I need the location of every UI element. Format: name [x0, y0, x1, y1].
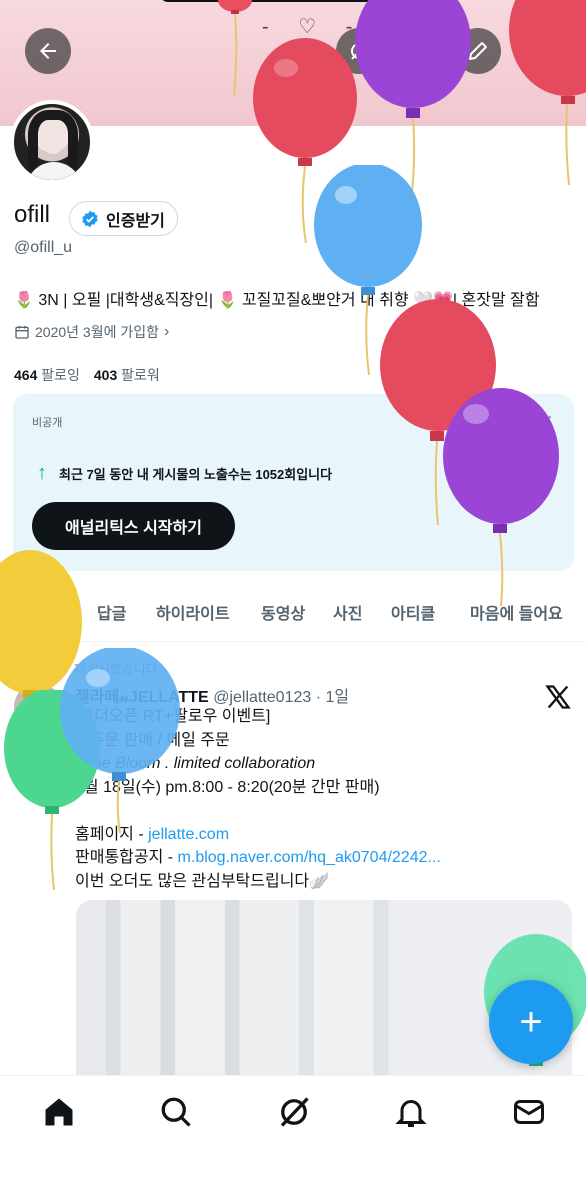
- following-label: 팔로잉: [41, 367, 80, 383]
- search-button[interactable]: [395, 28, 441, 74]
- analytics-card: 비공개 ✕ ↑ 최근 7일 동안 내 게시물의 노출수는 1052회입니다 애널…: [13, 394, 574, 571]
- back-button[interactable]: [25, 28, 71, 74]
- post-time: · 1일: [315, 689, 350, 706]
- balloon-decoration: [312, 165, 424, 380]
- get-verified-button[interactable]: 인증받기: [69, 201, 178, 236]
- pencil-icon: [469, 42, 487, 60]
- get-verified-label: 인증받기: [106, 212, 165, 230]
- back-arrow-icon: [40, 43, 56, 59]
- following-count: 464: [14, 367, 38, 383]
- joined-label: 2020년 3월에 가입함: [35, 324, 159, 340]
- post-author-handle[interactable]: @jellatte0123: [213, 689, 311, 706]
- post-line-notice: 판매통합공지 - m.blog.naver.com/hq_ak0704/2242…: [75, 846, 570, 870]
- tab-replies[interactable]: 답글: [97, 582, 126, 642]
- search-icon: [161, 1097, 191, 1127]
- display-name: ofill: [14, 201, 51, 228]
- mail-icon: [514, 1100, 544, 1124]
- profile-handle: @ofill_u: [14, 239, 73, 256]
- impressions-stat: ↑ 최근 7일 동안 내 게시물의 노출수는 1052회입니다: [37, 462, 332, 485]
- tab-articles[interactable]: 아티클: [391, 582, 435, 642]
- homepage-label: 홈페이지 -: [75, 825, 149, 843]
- grok-icon: [280, 1097, 309, 1127]
- close-icon[interactable]: ✕: [536, 410, 554, 436]
- followers-label: 팔로워: [121, 367, 160, 383]
- tab-posts[interactable]: 게시물: [18, 582, 62, 642]
- avatar[interactable]: [10, 100, 94, 184]
- chevron-right-icon: ›: [164, 323, 170, 340]
- post-line-homepage: 홈페이지 - jellatte.com: [75, 823, 570, 847]
- post-body: [오더오픈 RT+팔로우 이벤트] 선주문 판매 / 메일 주문 Lune Bl…: [75, 705, 570, 893]
- post-line: 3월 18일(수) pm.8:00 - 8:20(20분 간만 판매): [75, 778, 380, 796]
- post-line: [오더오픈 RT+팔로우 이벤트]: [75, 708, 271, 725]
- joined-date[interactable]: 2020년 3월에 가입함 ›: [14, 322, 169, 342]
- post-author-avatar[interactable]: [14, 683, 62, 731]
- profile-bio: 🌷 3N | 오필 |대학생&직장인| 🌷 꼬질꼬질&뽀얀거 내 취향 🤍💗| …: [14, 292, 540, 309]
- impressions-text: 최근 7일 동안 내 게시물의 노출수는 1052회입니다: [59, 467, 333, 482]
- camera-notch: [160, 0, 420, 2]
- repost-label: 재게시했습니다: [74, 662, 158, 677]
- verified-badge-icon: [82, 210, 98, 227]
- repost-icon: [52, 662, 68, 675]
- post-header: 젤라떼𝓃JELLATTE @jellatte0123 · 1일: [75, 683, 349, 707]
- nav-messages[interactable]: [511, 1094, 547, 1130]
- active-tab-indicator: [14, 636, 71, 640]
- followers-link[interactable]: 403 팔로워: [94, 367, 160, 383]
- tab-photos[interactable]: 사진: [333, 582, 362, 642]
- avatar-face: [40, 120, 66, 154]
- tab-videos[interactable]: 동영상: [261, 582, 305, 642]
- grok-icon: [351, 42, 368, 60]
- search-icon: [409, 42, 428, 61]
- tab-highlights[interactable]: 하이라이트: [156, 582, 230, 642]
- post-author-name[interactable]: 젤라떼𝓃JELLATTE: [75, 689, 209, 706]
- calendar-icon: [15, 326, 29, 339]
- homepage-link[interactable]: jellatte.com: [148, 826, 229, 843]
- private-label: 비공개: [32, 417, 63, 429]
- post-line: 이번 오더도 많은 관심부탁드립니다🪽: [75, 872, 330, 890]
- nav-notifications[interactable]: [393, 1094, 429, 1130]
- post-line: [75, 799, 570, 823]
- bell-icon: [395, 1100, 427, 1127]
- grok-button[interactable]: [336, 28, 382, 74]
- post-line: 선주문 판매 / 메일 주문: [75, 731, 230, 749]
- tab-likes[interactable]: 마음에 들어요: [470, 582, 563, 642]
- profile-tabs: 게시물 답글 하이라이트 동영상 사진 아티클 마음에 들어요: [0, 582, 586, 642]
- nav-home[interactable]: [41, 1094, 77, 1130]
- plus-icon: +: [519, 999, 543, 1044]
- edit-button[interactable]: [455, 28, 501, 74]
- arrow-up-icon: ↑: [37, 462, 47, 484]
- post-line: Lune Bloom . limited collaboration: [75, 755, 316, 772]
- start-analytics-button[interactable]: 애널리틱스 시작하기: [32, 502, 235, 550]
- followers-count: 403: [93, 367, 118, 383]
- repost-indicator: 재게시했습니다: [52, 659, 158, 678]
- notice-label: 판매통합공지 -: [75, 849, 178, 866]
- following-link[interactable]: 464 팔로잉: [14, 367, 80, 383]
- notice-link[interactable]: m.blog.naver.com/hq_ak0704/2242...: [178, 849, 441, 866]
- home-icon: [45, 1098, 73, 1126]
- share-icon: [529, 40, 547, 60]
- nav-grok[interactable]: [276, 1094, 312, 1130]
- compose-post-button[interactable]: +: [489, 980, 573, 1064]
- share-button[interactable]: [515, 28, 561, 74]
- follow-stats: 464 팔로잉 403 팔로워: [14, 365, 160, 385]
- bottom-navigation: [0, 1075, 586, 1200]
- nav-search[interactable]: [158, 1094, 194, 1130]
